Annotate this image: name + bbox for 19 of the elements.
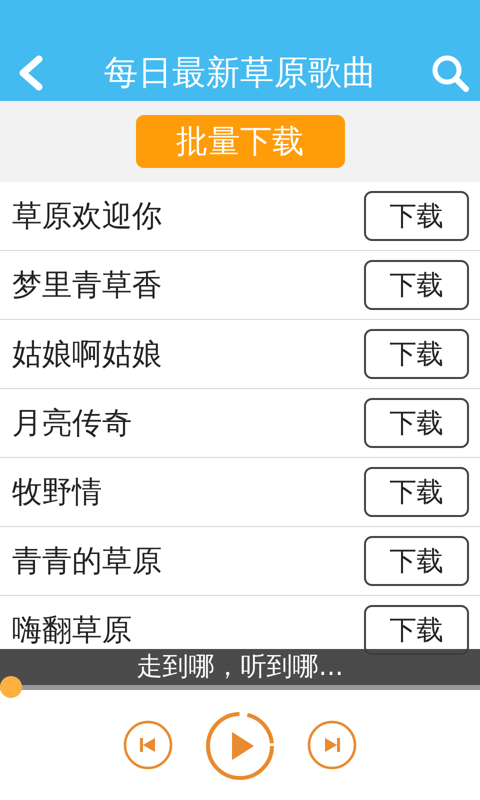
download-button[interactable]: 下载: [364, 536, 469, 586]
now-playing-caption: 走到哪，听到哪...: [136, 651, 344, 684]
download-button[interactable]: 下载: [364, 329, 469, 379]
song-title: 梦里青草香: [12, 266, 162, 304]
download-button[interactable]: 下载: [364, 467, 469, 517]
page-title: 每日最新草原歌曲: [104, 52, 376, 95]
play-icon[interactable]: [204, 710, 276, 782]
download-button[interactable]: 下载: [364, 260, 469, 310]
song-title: 牧野情: [12, 474, 102, 512]
song-title: 青青的草原: [12, 542, 162, 580]
song-title: 草原欢迎你: [12, 198, 162, 236]
previous-icon[interactable]: [122, 719, 174, 771]
download-button[interactable]: 下载: [364, 398, 469, 448]
song-title: 姑娘啊姑娘: [12, 336, 162, 374]
next-icon[interactable]: [306, 719, 358, 771]
song-title: 月亮传奇: [12, 404, 132, 442]
download-button[interactable]: 下载: [364, 191, 469, 241]
search-icon[interactable]: [430, 53, 470, 93]
song-title: 嗨翻草原: [12, 612, 132, 650]
